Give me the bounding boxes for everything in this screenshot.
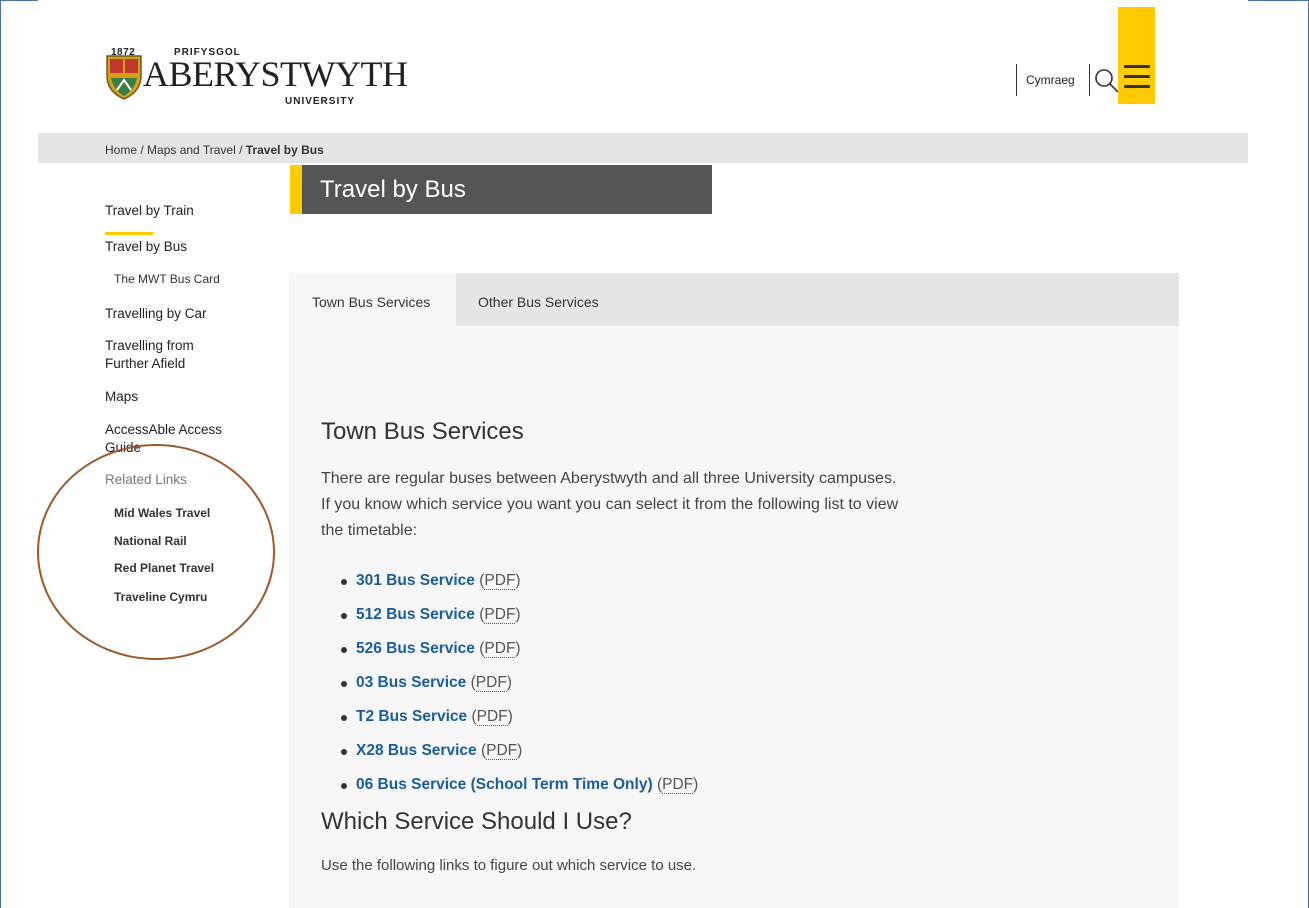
list-item: T2 Bus Service (PDF) — [341, 708, 698, 742]
pdf-label: PDF — [484, 606, 516, 624]
breadcrumb-home[interactable]: Home — [105, 143, 137, 157]
related-link-mid-wales[interactable]: Mid Wales Travel — [114, 506, 210, 520]
page: 1872 PRIFYSGOL ABERYSTWYTH UNIVERSITY Cy… — [38, 0, 1248, 908]
pdf-label: PDF — [476, 708, 508, 726]
pdf-label: PDF — [486, 742, 518, 760]
sidebar-item-train[interactable]: Travel by Train — [105, 202, 194, 220]
bus-service-link[interactable]: T2 Bus Service — [356, 708, 467, 725]
breadcrumb-maps[interactable]: Maps and Travel — [147, 143, 236, 157]
breadcrumb-separator: / — [137, 143, 148, 157]
bus-service-link[interactable]: 06 Bus Service (School Term Time Only) — [356, 776, 653, 793]
bus-service-list: 301 Bus Service (PDF) 512 Bus Service (P… — [341, 572, 698, 810]
sidebar-item-further-afield[interactable]: Travelling from Further Afield — [105, 337, 235, 373]
intro-text: There are regular buses between Aberystw… — [321, 470, 899, 539]
language-link[interactable]: Cymraeg — [1026, 73, 1075, 87]
section-heading: Town Bus Services — [321, 418, 524, 445]
tab-bar: Town Bus Services Other Bus Services — [289, 273, 1179, 326]
tab-town-bus[interactable]: Town Bus Services — [289, 273, 456, 326]
list-item: 512 Bus Service (PDF) — [341, 606, 698, 640]
page-title-box: Travel by Bus — [290, 165, 712, 214]
list-item: 06 Bus Service (School Term Time Only) (… — [341, 776, 698, 810]
breadcrumb-separator: / — [235, 143, 246, 157]
related-link-national-rail[interactable]: National Rail — [114, 534, 187, 548]
bus-service-link[interactable]: X28 Bus Service — [356, 742, 477, 759]
bus-service-link[interactable]: 526 Bus Service — [356, 640, 475, 657]
divider — [1089, 64, 1090, 96]
sidebar-item-car[interactable]: Travelling by Car — [105, 305, 207, 323]
bus-service-link[interactable]: 301 Bus Service — [356, 572, 475, 589]
breadcrumb-current: Travel by Bus — [245, 143, 324, 157]
divider — [1016, 64, 1017, 96]
list-item: X28 Bus Service (PDF) — [341, 742, 698, 776]
footer-text: Use the following links to figure out wh… — [321, 857, 697, 874]
pdf-label: PDF — [484, 572, 516, 590]
active-indicator — [105, 232, 153, 235]
sidebar-item-accessable[interactable]: AccessAble Access Guide — [105, 421, 245, 457]
main-content: Town Bus Services Other Bus Services Tow… — [289, 273, 1179, 908]
logo-year: 1872 — [111, 47, 136, 58]
pdf-label: PDF — [475, 674, 507, 692]
hamburger-menu-icon[interactable] — [1124, 65, 1150, 93]
pdf-label: PDF — [662, 776, 694, 794]
related-link-traveline[interactable]: Traveline Cymru — [114, 590, 207, 604]
list-item: 03 Bus Service (PDF) — [341, 674, 698, 708]
related-links-label: Related Links — [105, 472, 187, 487]
related-link-red-planet[interactable]: Red Planet Travel — [114, 561, 214, 575]
breadcrumb: Home / Maps and Travel / Travel by Bus — [38, 133, 1248, 163]
logo-university: UNIVERSITY — [285, 96, 356, 107]
university-logo[interactable]: 1872 PRIFYSGOL ABERYSTWYTH UNIVERSITY — [105, 44, 408, 110]
bus-service-link[interactable]: 512 Bus Service — [356, 606, 475, 623]
list-item: 301 Bus Service (PDF) — [341, 572, 698, 606]
header-tools: Cymraeg — [1014, 0, 1179, 105]
sidebar-item-bus[interactable]: Travel by Bus — [105, 238, 187, 256]
logo-name: ABERYSTWYTH — [143, 54, 408, 94]
sidebar-item-maps[interactable]: Maps — [105, 388, 138, 406]
bus-service-link[interactable]: 03 Bus Service — [356, 674, 466, 691]
tab-other-bus[interactable]: Other Bus Services — [478, 273, 599, 326]
section-heading-2: Which Service Should I Use? — [321, 808, 632, 835]
list-item: 526 Bus Service (PDF) — [341, 640, 698, 674]
sidebar-item-mwt-card[interactable]: The MWT Bus Card — [114, 272, 220, 286]
page-title: Travel by Bus — [320, 176, 466, 203]
pdf-label: PDF — [484, 640, 516, 658]
crest-icon — [106, 55, 142, 100]
search-icon[interactable] — [1094, 68, 1120, 94]
